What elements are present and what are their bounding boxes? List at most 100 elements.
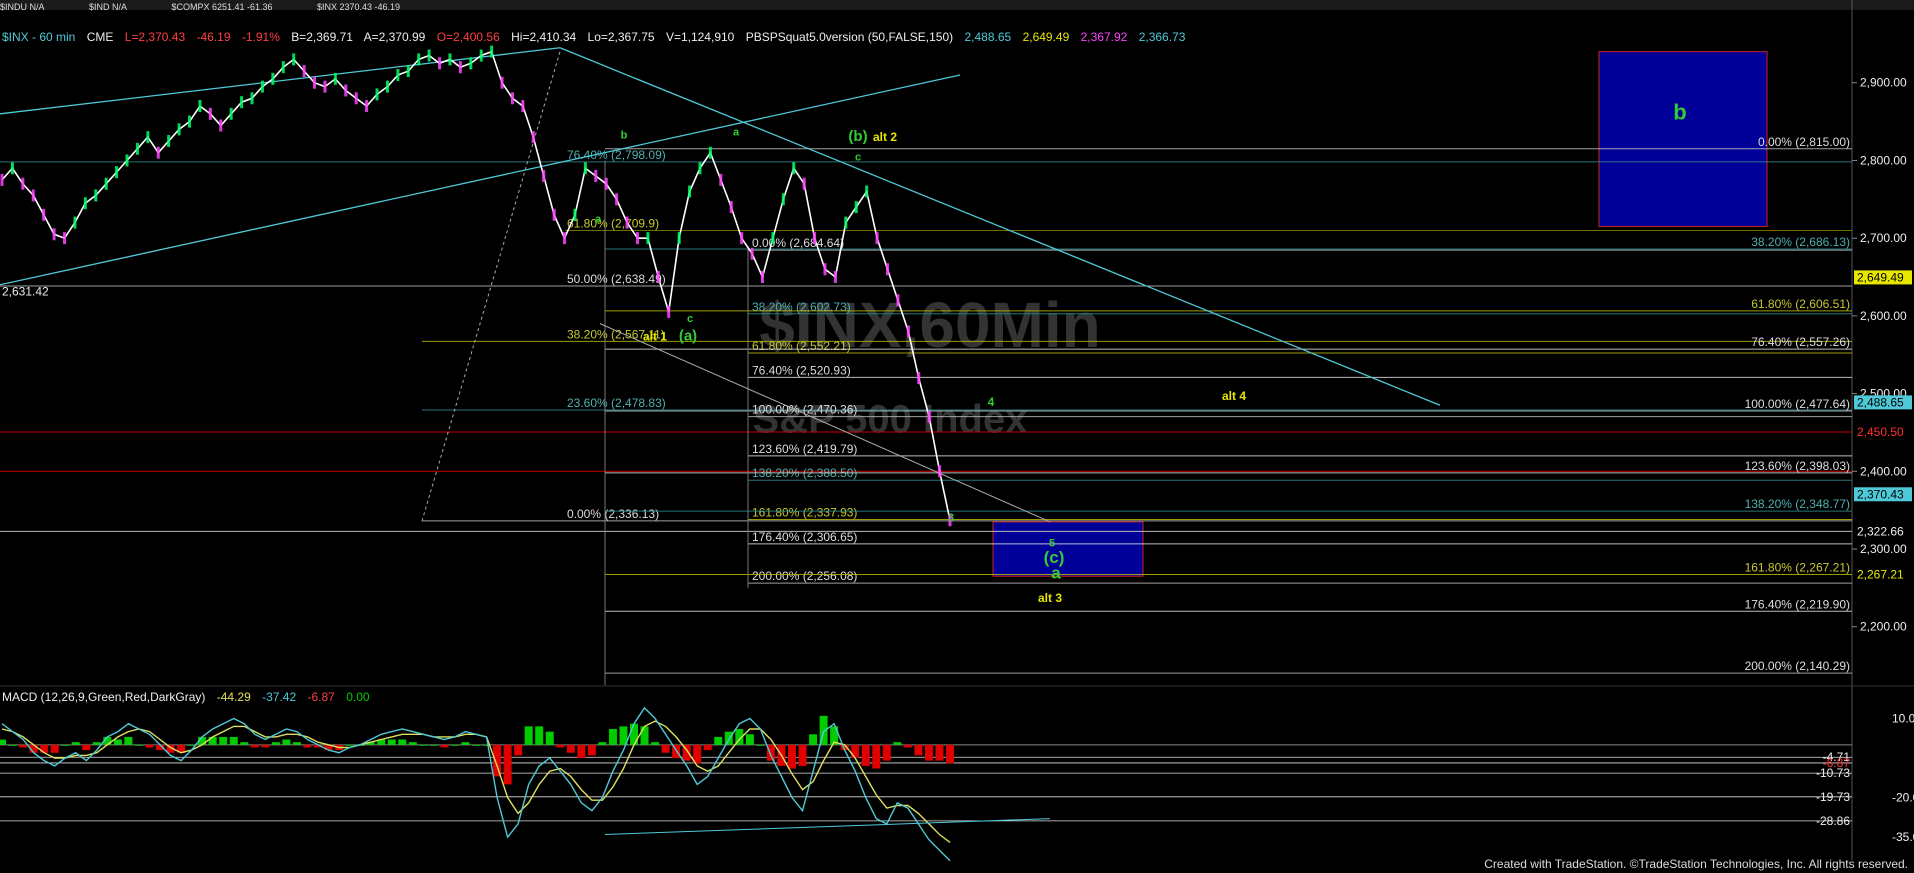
study-name[interactable]: PBSPSquat5.0version (50,FALSE,150) <box>746 30 953 44</box>
price-bar <box>219 119 223 132</box>
bid-price: B=2,369.71 <box>291 30 353 44</box>
zero-value: 0.00 <box>346 690 370 704</box>
lower-channel-line <box>0 74 961 286</box>
price-bar <box>698 162 702 175</box>
macd-header: MACD (12,26,9,Green,Red,DarkGray) -44.29… <box>2 690 378 704</box>
price-bar <box>63 232 67 245</box>
price-bar <box>302 65 306 78</box>
fib-label-6: 0.00% (2,684.64) <box>752 236 844 250</box>
price-bar <box>115 166 119 179</box>
wave-label-2: c <box>855 151 861 163</box>
fib-label-1: 61.80% (2,709.9) <box>567 216 659 230</box>
price-bar <box>719 173 723 186</box>
net-change: -46.19 <box>196 30 231 44</box>
price-bar <box>250 92 254 105</box>
price-bar <box>177 123 181 136</box>
price-bar <box>792 162 796 175</box>
wave-label-6: c <box>687 313 693 325</box>
macd-histogram-bar <box>303 744 312 748</box>
copyright-footer: Created with TradeStation. ©TradeStation… <box>1484 857 1908 871</box>
price-tag-0: 2,649.49 <box>1857 270 1904 284</box>
fib-label-11: 123.60% (2,419.79) <box>752 442 857 456</box>
macd-right-label-3: -19.73 <box>1816 790 1850 804</box>
macd-histogram-bar <box>0 739 6 745</box>
macd-histogram-bar <box>924 744 933 761</box>
price-bar <box>583 162 587 175</box>
price-bar <box>490 45 494 58</box>
price-bar <box>677 232 681 245</box>
fib-label-20: 100.00% (2,477.64) <box>1745 397 1850 411</box>
fib-label-25: 200.00% (2,140.29) <box>1745 659 1850 673</box>
high-price: Hi=2,410.34 <box>511 30 577 44</box>
macd-right-label-2: -10.73 <box>1816 766 1850 780</box>
price-bar <box>865 185 869 198</box>
macd-histogram-bar <box>893 742 902 745</box>
price-bar <box>271 72 275 85</box>
macd-y-tick-2: -35.00 <box>1892 830 1914 844</box>
price-chart[interactable]: $INX,60MinS&P 500 Index76.40% (2,798.09)… <box>0 0 1914 873</box>
price-tag-2: 2,450.50 <box>1857 425 1904 439</box>
price-bar <box>313 76 317 89</box>
price-bar <box>21 177 25 190</box>
macd-histogram-bar <box>92 742 101 745</box>
macd-histogram-bar <box>640 726 649 745</box>
fib-label-15: 200.00% (2,256.08) <box>752 569 857 583</box>
macd-histogram-bar <box>514 744 523 756</box>
target-box-0 <box>1598 51 1768 228</box>
macd-y-tick-1: -20.00 <box>1892 791 1914 805</box>
price-bar <box>344 84 348 97</box>
macd-histogram-bar <box>566 744 575 753</box>
price-bar <box>667 305 671 318</box>
price-bar <box>688 185 692 198</box>
price-bar <box>604 177 608 190</box>
macd-histogram-bar <box>71 742 80 745</box>
macd-histogram-bar <box>503 744 512 785</box>
macd-histogram-bar <box>40 744 49 753</box>
fib-label-24: 176.40% (2,219.90) <box>1745 597 1850 611</box>
wave-label-14: a <box>1051 564 1061 583</box>
fib-label-18: 61.80% (2,606.51) <box>1751 297 1850 311</box>
macd-right-label-4: -28.86 <box>1816 814 1850 828</box>
macd-histogram-bar <box>419 744 428 746</box>
fib-label-22: 138.20% (2,348.77) <box>1745 497 1850 511</box>
macd-histogram-bar <box>935 744 944 761</box>
left-price-label-0: 2,631.42 <box>2 284 49 298</box>
y-tick-label-6: 2,300.00 <box>1860 542 1907 556</box>
price-bar <box>375 88 379 101</box>
y-tick-label-1: 2,800.00 <box>1860 153 1907 167</box>
macd-histogram-bar <box>587 744 596 756</box>
wave-label-9: 4 <box>988 395 995 409</box>
fib-label-21: 123.60% (2,398.03) <box>1745 459 1850 473</box>
macd-histogram-bar <box>345 744 354 746</box>
price-bar <box>323 80 327 93</box>
price-bar <box>917 372 921 385</box>
macd-histogram-bar <box>450 744 459 746</box>
macd-histogram-bar <box>946 744 954 764</box>
price-tag-1: 2,488.65 <box>1857 395 1904 409</box>
macd-title[interactable]: MACD (12,26,9,Green,Red,DarkGray) <box>2 690 205 704</box>
y-tick-label-5: 2,400.00 <box>1860 464 1907 478</box>
price-bar <box>156 146 160 159</box>
wave-label-1: alt 2 <box>873 130 897 144</box>
open-price: O=2,400.56 <box>436 30 500 44</box>
price-bar <box>833 271 837 284</box>
price-bar <box>385 80 389 93</box>
fib-label-2: 50.00% (2,638.49) <box>567 272 666 286</box>
price-bar <box>563 232 567 245</box>
macd-histogram-bar <box>851 744 860 758</box>
macd-histogram-bar <box>429 744 438 746</box>
wave-label-8: alt 1 <box>643 330 667 344</box>
price-bar <box>0 173 4 186</box>
study-value-1: 2,488.65 <box>964 30 1012 44</box>
price-bar <box>83 197 87 210</box>
price-bar <box>521 100 525 113</box>
price-bar <box>31 189 35 202</box>
symbol-label[interactable]: $INX - 60 min <box>2 30 75 44</box>
price-bar <box>750 247 754 260</box>
price-bar <box>167 135 171 148</box>
price-bar <box>531 131 535 144</box>
price-bar <box>104 177 108 190</box>
macd-histogram-bar <box>598 742 607 745</box>
wave-label-10: alt 4 <box>1222 389 1246 403</box>
price-bar <box>417 53 421 66</box>
